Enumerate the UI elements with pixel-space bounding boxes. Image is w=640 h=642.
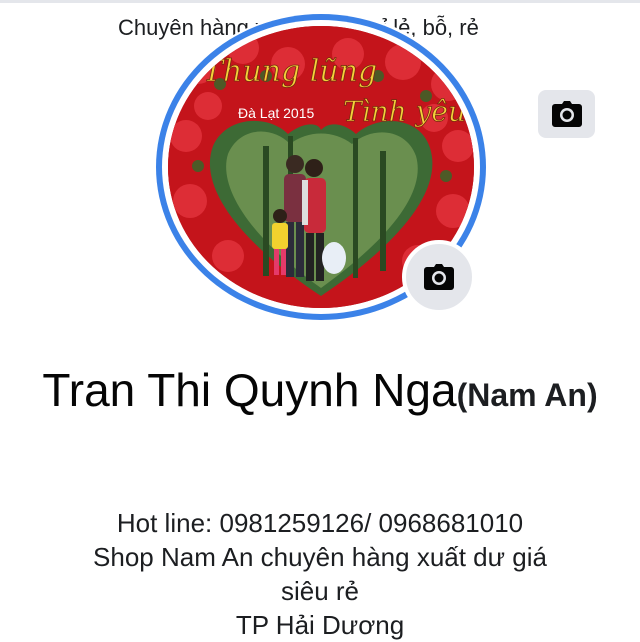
bio-line-shop: Shop Nam An chuyên hàng xuất dư giá [93, 542, 547, 572]
edit-profile-picture-button[interactable] [402, 240, 476, 314]
profile-name-main: Tran Thi Quynh Nga [42, 364, 457, 416]
profile-bio: Hot line: 0981259126/ 0968681010 Shop Na… [40, 506, 600, 642]
top-divider [0, 0, 640, 3]
camera-icon [551, 101, 582, 127]
bio-line-location: TP Hải Dương [235, 610, 405, 640]
bio-line-price: siêu rẻ [280, 576, 360, 606]
sign-text-3: Tình yêu [343, 95, 466, 128]
profile-alternate-name: (Nam An) [456, 377, 598, 413]
profile-name: Tran Thi Quynh Nga(Nam An) [40, 364, 600, 428]
camera-icon [424, 264, 454, 290]
sign-text-2: Đà Lạt 2015 [238, 105, 314, 121]
bio-line-hotline: Hot line: 0981259126/ 0968681010 [116, 508, 524, 538]
sign-text-1: Thung lũng [203, 54, 377, 89]
edit-cover-photo-button[interactable] [538, 90, 595, 138]
